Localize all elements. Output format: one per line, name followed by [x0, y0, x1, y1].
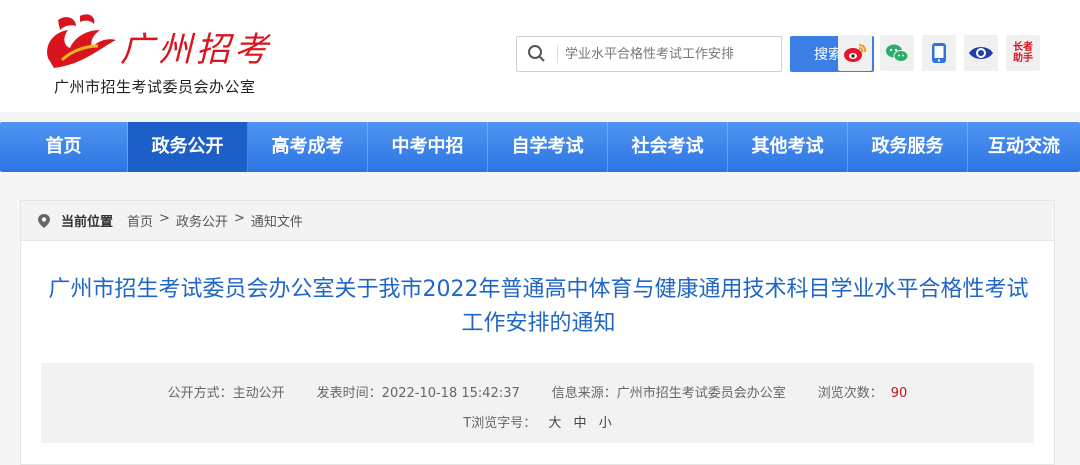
view-count-value: 90: [890, 386, 908, 401]
weibo-share[interactable]: [838, 35, 872, 71]
info-source: 信息来源：广州市招生考试委员会办公室: [551, 386, 786, 401]
breadcrumb-separator: >: [233, 211, 245, 226]
publish-time: 发表时间：2022-10-18 15:42:37: [316, 386, 520, 401]
logo-mark-icon: [47, 14, 116, 68]
view-count: 浏览次数： 90: [818, 382, 908, 401]
article-panel: 当前位置 首页 > 政务公开 > 通知文件 广州市招生考试委员会办公室关于我市2…: [20, 200, 1055, 465]
breadcrumb-separator: >: [159, 211, 170, 226]
font-size-label: T浏览字号：: [463, 416, 537, 431]
nav-item-government-affairs[interactable]: 政务公开: [128, 122, 248, 172]
nav-item-other-exams[interactable]: 其他考试: [728, 122, 848, 172]
breadcrumb-home[interactable]: 首页: [127, 211, 153, 230]
elder-label-line1: 长者: [1013, 42, 1033, 53]
view-count-label: 浏览次数：: [817, 386, 883, 401]
accessibility-mode[interactable]: [964, 35, 998, 71]
breadcrumb-path: 首页 > 政务公开 > 通知文件: [127, 211, 303, 230]
mobile-version[interactable]: [922, 35, 956, 71]
search-icon: [528, 45, 545, 62]
article-title: 广州市招生考试委员会办公室关于我市2022年普通高中体育与健康通用技术科目学业水…: [48, 277, 1029, 336]
search-input[interactable]: [565, 38, 777, 70]
disclosure-method: 公开方式：主动公开: [167, 386, 285, 401]
nav-item-home[interactable]: 首页: [0, 122, 128, 172]
font-size-controls: T浏览字号： 大 中 小: [41, 412, 1034, 431]
breadcrumb-notices[interactable]: 通知文件: [251, 211, 303, 230]
breadcrumb: 当前位置 首页 > 政务公开 > 通知文件: [21, 201, 1054, 241]
breadcrumb-government-affairs[interactable]: 政务公开: [176, 211, 228, 230]
org-name: 广州市招生考试委员会办公室: [54, 78, 256, 96]
elder-label-line2: 助手: [1013, 53, 1033, 64]
nav-item-gaokao[interactable]: 高考成考: [248, 122, 368, 172]
nav-item-zhongkao[interactable]: 中考中招: [368, 122, 488, 172]
main-nav: 首页 政务公开 高考成考 中考中招 自学考试 社会考试 其他考试 政务服务 互动…: [0, 122, 1080, 172]
logo-text: 广州招考: [120, 30, 272, 70]
nav-item-interaction[interactable]: 互动交流: [968, 122, 1080, 172]
site-logo[interactable]: 广州招考 广州市招生考试委员会办公室: [40, 8, 280, 108]
wechat-share[interactable]: [880, 35, 914, 71]
article-meta: 公开方式：主动公开 发表时间：2022-10-18 15:42:37 信息来源：…: [41, 363, 1034, 443]
nav-item-gov-services[interactable]: 政务服务: [848, 122, 968, 172]
weibo-icon: [844, 44, 867, 62]
location-pin-icon: [38, 213, 50, 228]
site-header: 广州招考 广州市招生考试委员会办公室 搜索: [0, 0, 1080, 112]
mobile-icon: [932, 43, 946, 63]
search-divider: [557, 45, 558, 63]
elder-assist[interactable]: 长者 助手: [1006, 35, 1040, 71]
elder-assist-icon: 长者 助手: [1013, 42, 1033, 64]
breadcrumb-label: 当前位置: [61, 215, 114, 230]
font-size-small-button[interactable]: 小: [599, 416, 612, 431]
wechat-icon: [886, 44, 909, 62]
nav-item-social-exams[interactable]: 社会考试: [608, 122, 728, 172]
font-size-medium-button[interactable]: 中: [574, 416, 587, 431]
nav-item-self-study[interactable]: 自学考试: [488, 122, 608, 172]
font-size-large-button[interactable]: 大: [548, 416, 561, 431]
search-box: [516, 36, 782, 72]
eye-icon: [969, 47, 993, 59]
